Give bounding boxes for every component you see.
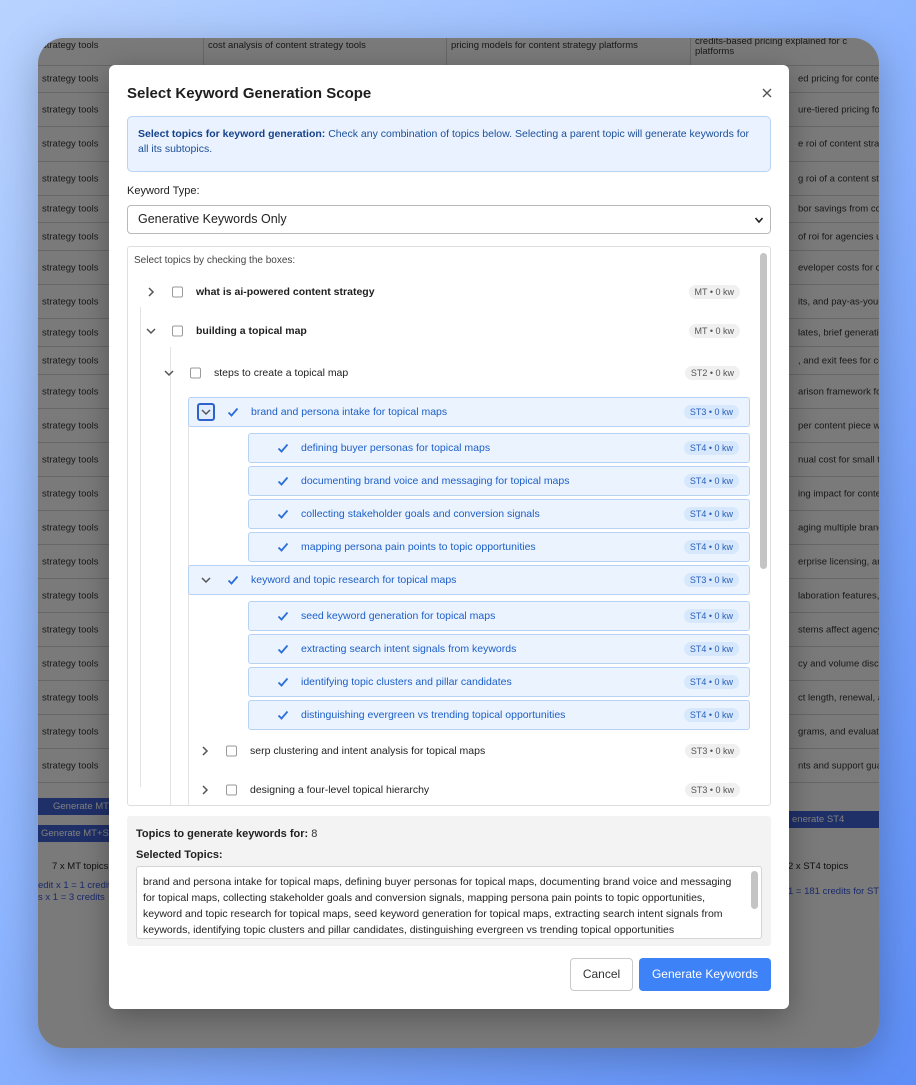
checkmark-icon[interactable] (277, 508, 289, 520)
checkmark-icon[interactable] (227, 574, 239, 586)
topic-level-badge: ST4 • 0 kw (683, 441, 739, 455)
topic-label: designing a four-level topical hierarchy (250, 784, 430, 796)
tree-row[interactable]: steps to create a topical map ST2 • 0 kw (152, 358, 750, 388)
topic-level-badge: ST4 • 0 kw (683, 474, 739, 488)
chevron-down-icon[interactable] (162, 366, 176, 380)
tree-row[interactable]: collecting stakeholder goals and convers… (248, 499, 750, 529)
topic-checkbox[interactable] (190, 367, 201, 379)
topic-level-badge: ST4 • 0 kw (683, 540, 739, 554)
topic-label: distinguishing evergreen vs trending top… (301, 709, 566, 721)
tree-row[interactable]: seed keyword generation for topical maps… (248, 601, 750, 631)
tree-row[interactable]: serp clustering and intent analysis for … (188, 736, 750, 766)
tree-row[interactable]: mapping persona pain points to topic opp… (248, 532, 750, 562)
topic-level-badge: ST4 • 0 kw (683, 642, 739, 656)
selection-summary: Topics to generate keywords for: 8 Selec… (127, 816, 771, 946)
tree-row[interactable]: designing a four-level topical hierarchy… (188, 775, 750, 805)
topic-checkbox[interactable] (172, 286, 183, 298)
topic-label: building a topical map (196, 325, 307, 337)
topic-label: documenting brand voice and messaging fo… (301, 475, 570, 487)
cancel-button[interactable]: Cancel (570, 958, 633, 991)
topic-label: steps to create a topical map (214, 367, 349, 379)
topic-level-badge: ST4 • 0 kw (683, 675, 739, 689)
checkmark-icon[interactable] (277, 676, 289, 688)
topic-label: mapping persona pain points to topic opp… (301, 541, 536, 553)
topic-label: brand and persona intake for topical map… (251, 406, 448, 418)
selected-topics-label: Selected Topics: (136, 849, 223, 861)
tree-row[interactable]: identifying topic clusters and pillar ca… (248, 667, 750, 697)
tree-row[interactable]: keyword and topic research for topical m… (188, 565, 750, 595)
topic-label: serp clustering and intent analysis for … (250, 745, 486, 757)
topic-count: Topics to generate keywords for: 8 (136, 828, 317, 840)
topic-checkbox[interactable] (172, 325, 183, 337)
chevron-down-icon[interactable] (197, 403, 215, 421)
topic-label: keyword and topic research for topical m… (251, 574, 457, 586)
checkmark-icon[interactable] (277, 541, 289, 553)
tree-row[interactable]: distinguishing evergreen vs trending top… (248, 700, 750, 730)
keyword-scope-modal: Select Keyword Generation Scope Select t… (109, 65, 789, 1009)
tree-row[interactable]: documenting brand voice and messaging fo… (248, 466, 750, 496)
chevron-right-icon[interactable] (198, 744, 212, 758)
selected-topics-textarea[interactable]: brand and persona intake for topical map… (136, 866, 762, 939)
tree-guide-line (140, 307, 141, 787)
chevron-down-icon[interactable] (144, 324, 158, 338)
tree-row[interactable]: what is ai-powered content strategy MT • … (134, 277, 750, 307)
chevron-right-icon[interactable] (198, 783, 212, 797)
topic-level-badge: ST4 • 0 kw (683, 609, 739, 623)
tree-guide-line (170, 347, 171, 805)
checkmark-icon[interactable] (227, 406, 239, 418)
tree-scrollbar[interactable] (758, 249, 768, 803)
tree-row[interactable]: extracting search intent signals from ke… (248, 634, 750, 664)
topic-label: identifying topic clusters and pillar ca… (301, 676, 512, 688)
topic-checkbox[interactable] (226, 745, 237, 757)
topic-tree[interactable]: Select topics by checking the boxes: wha… (127, 246, 771, 806)
close-icon[interactable] (759, 85, 775, 101)
topic-checkbox[interactable] (226, 784, 237, 796)
topic-level-badge: ST3 • 0 kw (683, 405, 739, 419)
checkmark-icon[interactable] (277, 442, 289, 454)
topic-label: seed keyword generation for topical maps (301, 610, 496, 622)
topic-label: defining buyer personas for topical maps (301, 442, 491, 454)
checkmark-icon[interactable] (277, 610, 289, 622)
topic-label: collecting stakeholder goals and convers… (301, 508, 540, 520)
chevron-down-icon (754, 217, 764, 224)
keyword-type-select[interactable]: Generative Keywords Only (127, 205, 771, 234)
tree-row[interactable]: defining buyer personas for topical maps… (248, 433, 750, 463)
checkmark-icon[interactable] (277, 475, 289, 487)
checkmark-icon[interactable] (277, 709, 289, 721)
tree-row[interactable]: building a topical map MT • 0 kw (134, 316, 750, 346)
topic-level-badge: ST3 • 0 kw (684, 744, 740, 758)
topic-level-badge: MT • 0 kw (688, 285, 740, 299)
checkmark-icon[interactable] (277, 643, 289, 655)
chevron-down-icon[interactable] (199, 573, 213, 587)
tree-row[interactable]: brand and persona intake for topical map… (188, 397, 750, 427)
tree-hint: Select topics by checking the boxes: (134, 255, 296, 266)
scrollbar-thumb[interactable] (760, 253, 767, 569)
topic-level-badge: ST3 • 0 kw (683, 573, 739, 587)
topic-label: what is ai-powered content strategy (196, 286, 375, 298)
topic-level-badge: MT • 0 kw (688, 324, 740, 338)
info-alert: Select topics for keyword generation: Ch… (127, 116, 771, 172)
topic-label: extracting search intent signals from ke… (301, 643, 517, 655)
selected-topics-text: brand and persona intake for topical map… (143, 876, 732, 936)
count-value: 8 (311, 828, 318, 840)
topic-level-badge: ST4 • 0 kw (683, 507, 739, 521)
info-heading: Select topics for keyword generation: (138, 128, 326, 140)
textarea-scrollbar[interactable] (751, 871, 758, 909)
topic-level-badge: ST3 • 0 kw (684, 783, 740, 797)
topic-level-badge: ST4 • 0 kw (683, 708, 739, 722)
keyword-type-label: Keyword Type: (127, 185, 200, 197)
modal-title: Select Keyword Generation Scope (127, 85, 372, 102)
generate-keywords-button[interactable]: Generate Keywords (639, 958, 771, 991)
topic-level-badge: ST2 • 0 kw (684, 366, 740, 380)
keyword-type-value: Generative Keywords Only (138, 212, 287, 226)
chevron-right-icon[interactable] (144, 285, 158, 299)
count-label: Topics to generate keywords for: (136, 828, 309, 840)
